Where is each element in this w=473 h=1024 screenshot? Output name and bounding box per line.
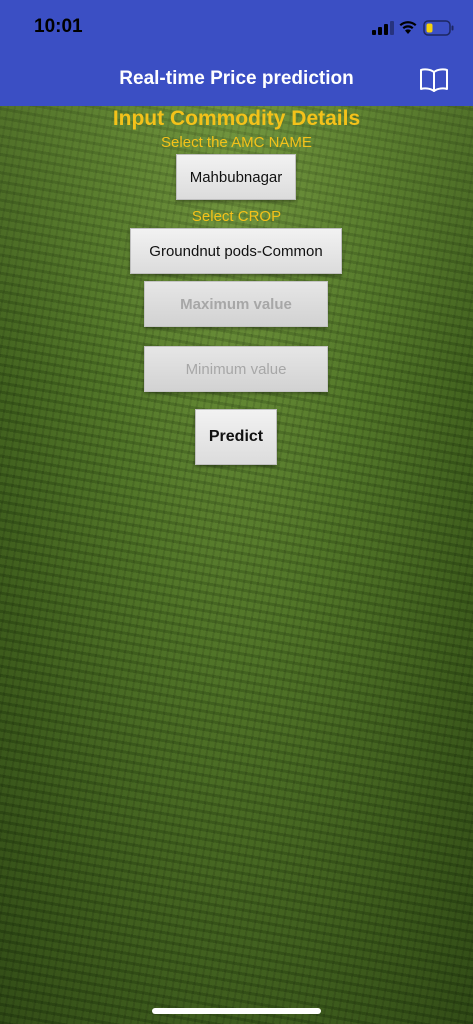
form-heading: Input Commodity Details xyxy=(112,107,361,130)
wifi-icon xyxy=(399,21,417,34)
amc-select-button[interactable]: Mahbubnagar xyxy=(176,154,296,200)
predict-button-label: Predict xyxy=(208,428,264,445)
header-bar: 10:01 Real-time Price prediction xyxy=(0,0,473,106)
crop-select-value: Groundnut pods-Common xyxy=(149,242,323,260)
crop-select-button[interactable]: Groundnut pods-Common xyxy=(130,228,342,274)
book-icon[interactable] xyxy=(418,66,450,94)
amc-select-value: Mahbubnagar xyxy=(189,168,283,186)
page-title: Real-time Price prediction xyxy=(119,68,354,89)
cellular-signal-icon xyxy=(372,21,394,35)
predict-button[interactable]: Predict xyxy=(195,409,277,465)
maximum-value-input[interactable] xyxy=(144,281,328,327)
app-screen: 10:01 Real-time Price prediction Input C… xyxy=(0,0,473,1024)
battery-icon xyxy=(423,20,454,36)
amc-label: Select the AMC NAME xyxy=(161,134,312,151)
minimum-value-input[interactable] xyxy=(144,346,328,392)
status-time: 10:01 xyxy=(34,16,83,37)
home-indicator[interactable] xyxy=(152,1008,321,1014)
crop-label: Select CROP xyxy=(191,208,282,225)
